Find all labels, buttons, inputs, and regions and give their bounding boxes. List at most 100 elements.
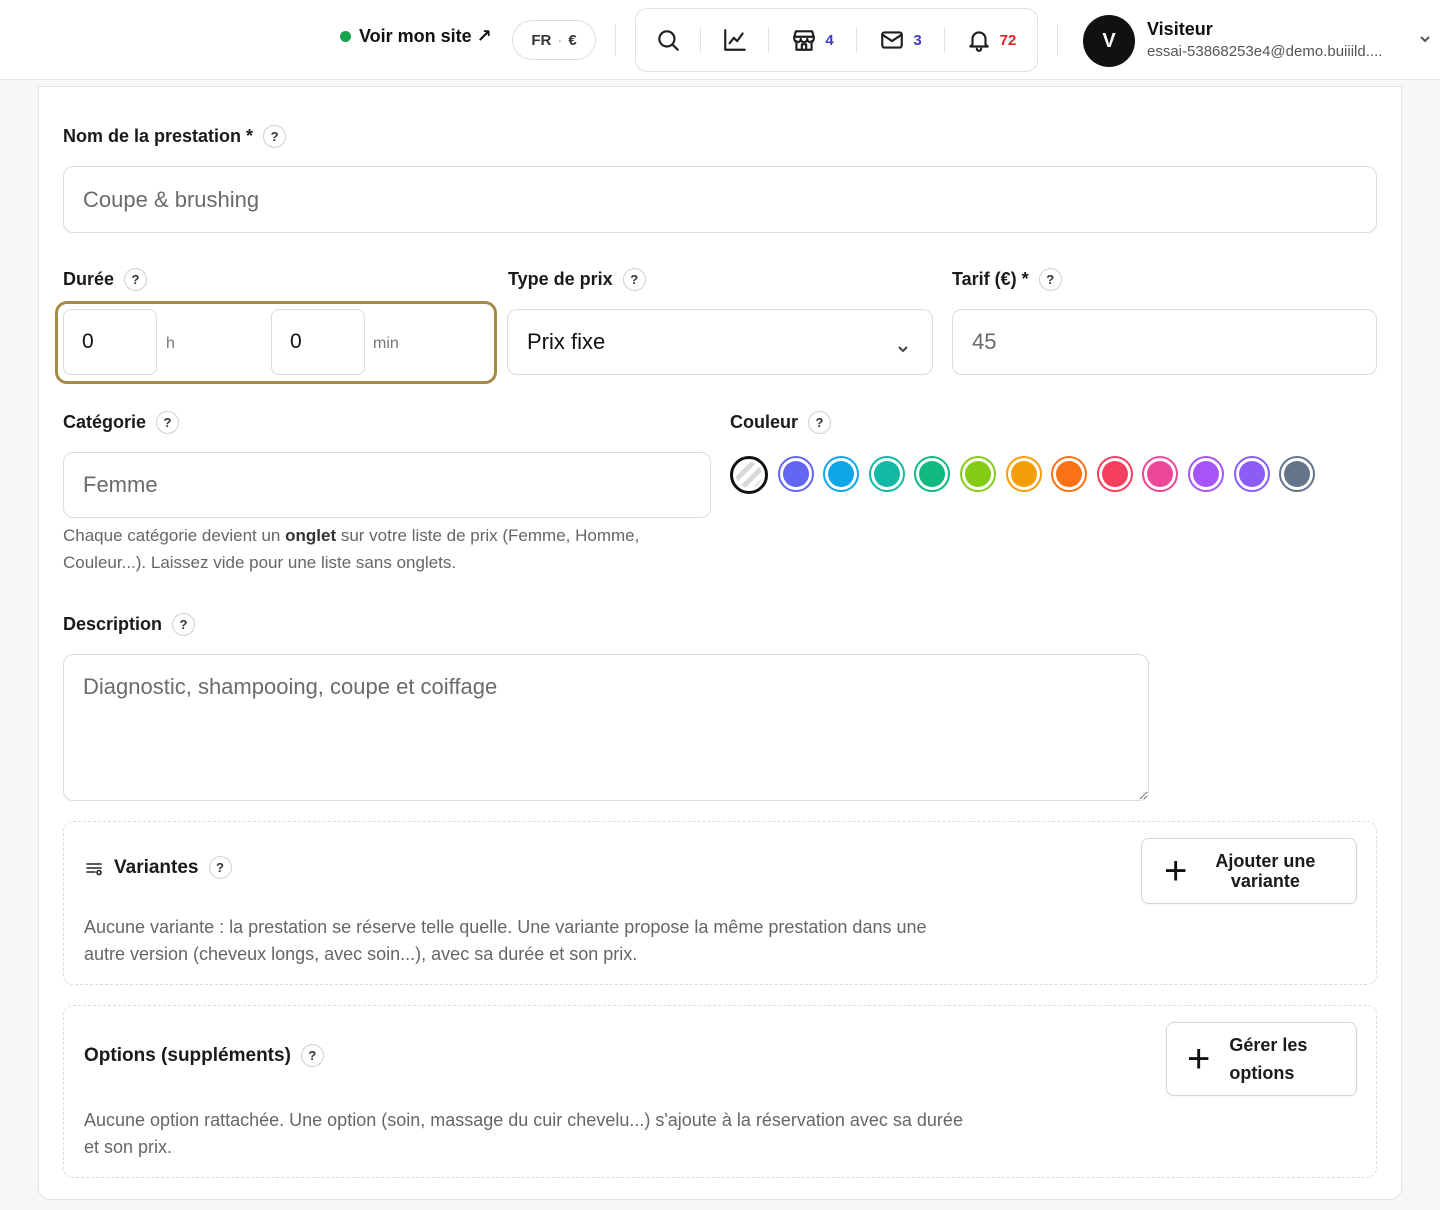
category-hint: Chaque catégorie devient un onglet sur v… <box>63 522 723 576</box>
color-swatch-fill <box>1284 461 1311 487</box>
tarif-label-text: Tarif (€) * <box>952 269 1029 289</box>
category-input[interactable] <box>63 452 711 518</box>
shop-button[interactable]: 4 <box>769 9 856 71</box>
language-currency-selector[interactable]: FR · € <box>512 20 596 60</box>
help-icon[interactable]: ? <box>263 125 287 148</box>
color-swatch-7[interactable] <box>1051 456 1088 492</box>
price-type-label-text: Type de prix <box>508 269 613 289</box>
currency-symbol: € <box>568 31 577 49</box>
service-name-label-text: Nom de la prestation * <box>63 126 254 146</box>
price-type-select[interactable]: Prix fixe <box>507 309 933 375</box>
price-type-value: Prix fixe <box>527 329 606 354</box>
stats-button[interactable] <box>701 9 768 71</box>
online-status-dot <box>340 31 351 42</box>
notifications-count-badge: 72 <box>999 31 1017 49</box>
color-swatch-3[interactable] <box>868 456 905 492</box>
price-type-label: Type de prix ? <box>508 268 646 291</box>
toolbar-icon-group: 4 3 72 <box>635 8 1038 72</box>
list-settings-icon <box>86 862 102 875</box>
color-swatch-1[interactable] <box>777 456 814 492</box>
variants-title: Variantes ? <box>84 856 232 879</box>
category-label-text: Catégorie <box>63 412 147 432</box>
manage-options-label-line: Gérer les <box>1229 1035 1308 1055</box>
service-name-label: Nom de la prestation * ? <box>63 125 287 148</box>
help-icon[interactable]: ? <box>622 268 646 291</box>
service-name-input[interactable] <box>63 166 1377 233</box>
tarif-label: Tarif (€) * ? <box>952 268 1062 291</box>
color-label: Couleur ? <box>730 411 832 434</box>
color-swatch-fill <box>1238 461 1265 487</box>
options-title-text: Options (suppléments) <box>84 1044 291 1066</box>
color-swatch-10[interactable] <box>1187 456 1224 492</box>
color-swatch-fill <box>964 461 991 487</box>
user-email: essai-53868253e4@demo.buiiild.... <box>1147 43 1383 60</box>
mail-icon <box>881 31 904 49</box>
color-swatch-fill <box>782 461 809 487</box>
variants-description: Aucune variante : la prestation se réser… <box>84 917 927 964</box>
manage-options-button[interactable]: + Gérer les options <box>1166 1022 1357 1096</box>
color-swatch-fill <box>1010 461 1037 487</box>
notifications-button[interactable]: 72 <box>945 9 1037 71</box>
store-icon <box>793 30 816 51</box>
color-swatch-fill <box>1192 461 1219 487</box>
duration-label: Durée ? <box>63 268 148 291</box>
color-swatch-12[interactable] <box>1279 456 1316 492</box>
help-icon[interactable]: ? <box>300 1044 324 1067</box>
user-menu-toggle[interactable] <box>1418 32 1432 46</box>
variants-section: Variantes ? + Ajouter une variante Aucun… <box>63 821 1377 985</box>
plus-icon: + <box>1187 1037 1211 1081</box>
separator-dot: · <box>557 31 563 49</box>
duration-minutes-input[interactable] <box>271 309 365 375</box>
avatar[interactable]: V <box>1083 15 1135 67</box>
help-icon[interactable]: ? <box>124 268 148 291</box>
color-swatch-fill <box>736 462 762 488</box>
help-icon[interactable]: ? <box>1038 268 1062 291</box>
help-icon[interactable]: ? <box>208 856 232 879</box>
tarif-input[interactable] <box>952 309 1377 375</box>
search-icon <box>658 30 679 51</box>
color-swatch-none[interactable] <box>730 456 768 494</box>
help-icon[interactable]: ? <box>172 613 196 636</box>
color-swatch-11[interactable] <box>1233 456 1270 492</box>
minutes-unit: min <box>373 335 399 352</box>
chevron-down-icon <box>1420 36 1430 43</box>
add-variant-label-line: Ajouter une <box>1215 851 1316 871</box>
color-swatch-fill <box>1147 461 1174 487</box>
shop-count-badge: 4 <box>825 31 834 49</box>
description-textarea[interactable] <box>63 654 1149 801</box>
view-site-link[interactable]: Voir mon site ↗ <box>340 26 492 47</box>
hours-unit: h <box>166 335 175 352</box>
color-swatch-fill <box>1101 461 1128 487</box>
category-label: Catégorie ? <box>63 411 180 434</box>
color-swatch-5[interactable] <box>959 456 996 492</box>
color-swatch-fill <box>828 461 855 487</box>
color-swatch-6[interactable] <box>1005 456 1042 492</box>
duration-hours-input[interactable] <box>63 309 157 375</box>
help-icon[interactable]: ? <box>808 411 832 434</box>
top-bar: Voir mon site ↗ FR · € 4 3 72 V Visiteur… <box>0 0 1440 80</box>
color-swatch-8[interactable] <box>1096 456 1133 492</box>
bell-icon <box>968 31 989 52</box>
messages-button[interactable]: 3 <box>857 9 944 71</box>
color-swatch-9[interactable] <box>1142 456 1179 492</box>
category-hint-text: Chaque catégorie devient un <box>63 526 286 545</box>
description-label-text: Description <box>63 614 163 634</box>
divider <box>1057 24 1058 56</box>
color-swatch-2[interactable] <box>823 456 860 492</box>
mail-count-badge: 3 <box>913 31 922 49</box>
description-label: Description ? <box>63 613 196 636</box>
color-swatch-fill <box>919 461 946 487</box>
color-swatch-fill <box>873 461 900 487</box>
add-variant-label-line: variante <box>1230 871 1300 891</box>
duration-group: h min <box>55 301 497 384</box>
chevron-down-icon <box>896 336 910 353</box>
color-swatch-fill <box>1056 461 1083 487</box>
add-variant-button[interactable]: + Ajouter une variante <box>1141 838 1357 904</box>
chart-line-icon <box>723 29 746 51</box>
user-name[interactable]: Visiteur <box>1147 19 1213 40</box>
color-swatch-4[interactable] <box>914 456 951 492</box>
add-variant-label: Ajouter une variante <box>1215 851 1315 891</box>
search-button[interactable] <box>636 9 700 71</box>
help-icon[interactable]: ? <box>156 411 180 434</box>
category-hint-bold: onglet <box>285 526 337 545</box>
